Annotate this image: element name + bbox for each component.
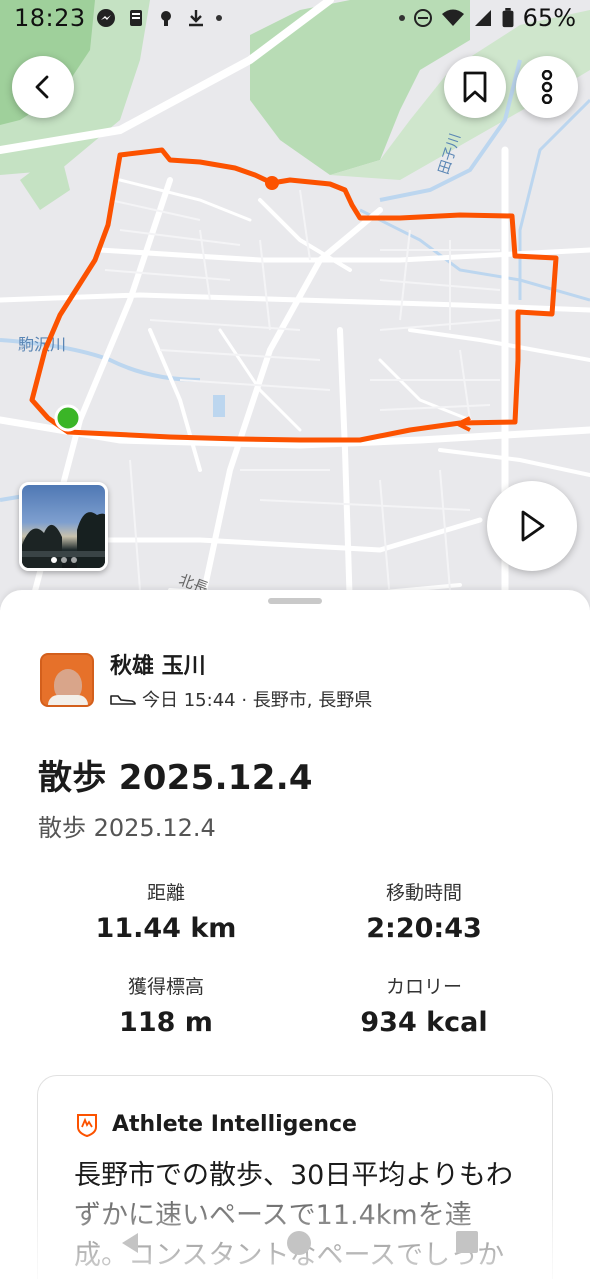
- stat-label: 移動時間: [385, 882, 462, 904]
- nav-back-icon: [122, 1233, 138, 1253]
- activity-photo-thumbnail[interactable]: [19, 482, 108, 571]
- activity-description: 散歩 2025.12.4: [38, 814, 216, 842]
- activity-title: 散歩 2025.12.4: [38, 758, 313, 798]
- athlete-header[interactable]: 秋雄 玉川 今日 15:44 · 長野市, 長野県: [40, 648, 372, 712]
- stat-value: 11.44 km: [95, 913, 237, 944]
- status-time: 18:23: [14, 4, 86, 32]
- bookmark-icon: [463, 71, 487, 103]
- stat-label: カロリー: [385, 976, 462, 998]
- messenger-icon: [96, 9, 115, 27]
- stat-value: 118 m: [119, 1007, 213, 1038]
- wifi-icon: [441, 9, 464, 26]
- status-bar: 18:23 65%: [0, 0, 590, 36]
- avatar[interactable]: [40, 653, 94, 707]
- do-not-disturb-icon: [413, 9, 432, 27]
- stat-distance: 距離 11.44 km: [46, 878, 286, 944]
- app-notification-icon: [129, 10, 142, 26]
- stat-elevation-gain: 獲得標高 118 m: [46, 972, 286, 1038]
- more-vertical-icon: [541, 70, 553, 104]
- nav-home-icon: [287, 1231, 311, 1255]
- route-start-marker: [54, 404, 82, 432]
- route-end-marker: [265, 176, 279, 190]
- nav-recents-button[interactable]: [455, 1230, 479, 1258]
- activity-sheet: 秋雄 玉川 今日 15:44 · 長野市, 長野県 散歩 2025.12.4 散…: [0, 590, 590, 1279]
- gesture-icon: [160, 11, 171, 26]
- download-icon: [188, 10, 203, 27]
- battery-icon: [502, 8, 514, 28]
- activity-meta: 今日 15:44 · 長野市, 長野県: [110, 686, 372, 712]
- chevron-left-icon: [35, 75, 49, 99]
- notification-dot-icon: [215, 15, 222, 21]
- shoe-icon: [110, 695, 136, 705]
- privacy-dot-icon: [398, 15, 405, 21]
- route-path: [29, 147, 559, 443]
- battery-percent: 65%: [522, 4, 576, 32]
- stat-label: 獲得標高: [127, 976, 204, 998]
- bookmark-button[interactable]: [444, 56, 506, 118]
- stat-value: 934 kcal: [360, 1007, 488, 1038]
- stat-moving-time: 移動時間 2:20:43: [304, 878, 544, 944]
- play-flyover-button[interactable]: [487, 481, 577, 571]
- athlete-intelligence-icon: [77, 1113, 97, 1137]
- stat-calories: カロリー 934 kcal: [304, 972, 544, 1038]
- athlete-name[interactable]: 秋雄 玉川: [110, 648, 372, 680]
- activity-time-location: 今日 15:44 · 長野市, 長野県: [142, 690, 373, 711]
- stat-value: 2:20:43: [366, 913, 482, 944]
- photo-pagination: [22, 557, 105, 563]
- sheet-drag-handle[interactable]: [268, 598, 322, 604]
- play-icon: [521, 510, 545, 542]
- more-options-button[interactable]: [516, 56, 578, 118]
- nav-back-button[interactable]: [118, 1230, 142, 1260]
- athlete-intelligence-title: Athlete Intelligence: [112, 1112, 357, 1137]
- cell-signal-icon: [474, 10, 491, 26]
- back-button[interactable]: [12, 56, 74, 118]
- nav-home-button[interactable]: [286, 1230, 312, 1260]
- stat-label: 距離: [146, 882, 185, 904]
- nav-recents-icon: [456, 1231, 478, 1253]
